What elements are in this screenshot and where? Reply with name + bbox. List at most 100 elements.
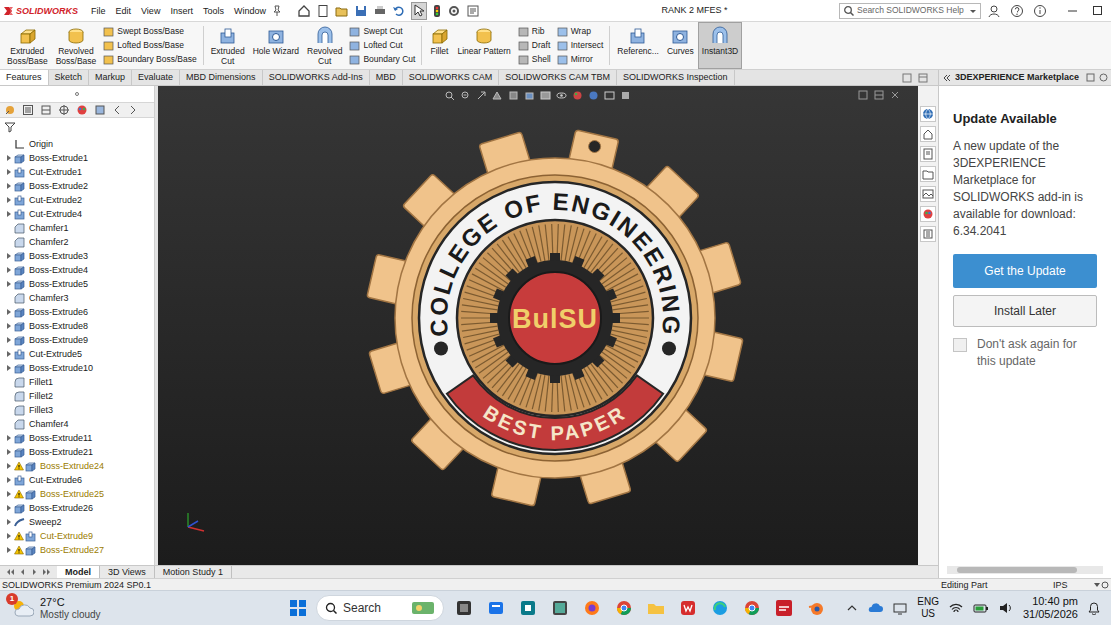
minimize-icon[interactable]	[1067, 5, 1078, 16]
bottom-tab[interactable]: 3D Views	[100, 566, 155, 578]
expand-toggle[interactable]	[4, 445, 14, 459]
expand-toggle[interactable]	[4, 487, 14, 501]
expand-toggle[interactable]	[4, 179, 14, 193]
expand-toggle[interactable]	[4, 305, 14, 319]
expand-toggle[interactable]	[4, 473, 14, 487]
wifi-icon[interactable]	[948, 601, 964, 615]
expand-toggle[interactable]	[4, 515, 14, 529]
expand-toggle[interactable]	[4, 361, 14, 375]
display-icon[interactable]	[892, 601, 908, 615]
command-tab[interactable]: Features	[0, 70, 49, 85]
ribbon-button[interactable]: Instant3D	[698, 22, 742, 69]
feature-tree-item[interactable]: Boss-Extrude21	[0, 445, 154, 459]
chrome-icon[interactable]	[614, 598, 634, 618]
expand-arrow-icon[interactable]	[6, 350, 12, 358]
task-pane-tab[interactable]	[920, 166, 936, 182]
expand-toggle[interactable]	[4, 529, 14, 543]
feature-tree-item[interactable]: Boss-Extrude1	[0, 151, 154, 165]
command-tab[interactable]: MBD Dimensions	[180, 70, 263, 85]
feature-tree-item[interactable]: Boss-Extrude11	[0, 431, 154, 445]
expand-arrow-icon[interactable]	[6, 196, 12, 204]
rebuild-icon[interactable]	[432, 4, 442, 18]
feature-tree-item[interactable]: Cut-Extrude5	[0, 347, 154, 361]
feature-tree-item[interactable]: Fillet2	[0, 389, 154, 403]
menu-item[interactable]: Window	[229, 4, 271, 18]
ribbon-small-button[interactable]: Swept Cut	[349, 25, 415, 39]
task-pane-tab[interactable]	[920, 206, 936, 222]
restore-icon[interactable]	[902, 73, 912, 83]
expand-toggle[interactable]	[4, 333, 14, 347]
view-tool-icon[interactable]	[444, 90, 455, 101]
task-pane-tab[interactable]	[920, 226, 936, 242]
solidworks-app-icon[interactable]	[774, 598, 794, 618]
ribbon-button[interactable]: Fillet	[425, 22, 453, 69]
ribbon-small-button[interactable]: Boundary Cut	[349, 53, 415, 67]
edge-icon[interactable]	[710, 598, 730, 618]
filter-icon[interactable]	[4, 121, 16, 133]
view-tool-icon[interactable]	[588, 90, 599, 101]
previous-tab-icon[interactable]	[18, 568, 27, 576]
command-tab[interactable]: Evaluate	[132, 70, 180, 85]
firefox-icon[interactable]	[582, 598, 602, 618]
help-icon[interactable]	[1010, 4, 1024, 18]
pane-scrollbar[interactable]	[947, 566, 1103, 574]
expand-arrow-icon[interactable]	[6, 154, 12, 162]
view-tool-icon[interactable]	[572, 90, 583, 101]
pin-icon[interactable]	[271, 5, 283, 17]
menu-item[interactable]: File	[86, 4, 111, 18]
expand-arrow-icon[interactable]	[6, 252, 12, 260]
feature-tree-item[interactable]: Chamfer3	[0, 291, 154, 305]
expand-arrow-icon[interactable]	[6, 266, 12, 274]
view-tool-icon[interactable]	[540, 90, 551, 101]
view-tool-icon[interactable]	[524, 90, 535, 101]
view-tool-icon[interactable]	[620, 90, 631, 101]
unit-system[interactable]: IPS	[1053, 580, 1093, 590]
ribbon-small-button[interactable]: Wrap	[557, 25, 604, 39]
command-tab[interactable]: SOLIDWORKS CAM TBM	[499, 70, 617, 85]
get-update-button[interactable]: Get the Update	[953, 254, 1097, 288]
ribbon-button[interactable]: ExtrudedCut	[207, 22, 249, 69]
help-search-input[interactable]	[857, 4, 966, 17]
feature-tree-item[interactable]: Chamfer4	[0, 417, 154, 431]
widgets-app-icon[interactable]	[486, 598, 506, 618]
display-manager-icon[interactable]	[76, 104, 88, 116]
units-dropdown-icon[interactable]	[1093, 581, 1101, 589]
graphics-area[interactable]: COLLEGE OF ENGINEERINGBEST PAPERBulSU	[158, 86, 918, 565]
ribbon-button[interactable]: Hole Wizard	[249, 22, 303, 69]
ribbon-button[interactable]: Curves	[663, 22, 698, 69]
clock[interactable]: 10:40 pm31/05/2026	[1023, 595, 1078, 621]
task-pane-tab[interactable]	[920, 186, 936, 202]
menu-item[interactable]: Tools	[198, 4, 229, 18]
expand-arrow-icon[interactable]	[6, 518, 12, 526]
onedrive-icon[interactable]	[867, 601, 883, 615]
menu-item[interactable]: Insert	[165, 4, 198, 18]
file-properties-icon[interactable]	[466, 4, 480, 18]
command-tab[interactable]: MBD	[370, 70, 403, 85]
viewport-close-icon[interactable]	[890, 90, 900, 100]
dont-ask-checkbox[interactable]	[953, 338, 967, 352]
expand-toggle[interactable]	[4, 319, 14, 333]
feature-tree-item[interactable]: Boss-Extrude6	[0, 305, 154, 319]
feature-tree-item[interactable]: Boss-Extrude25	[0, 487, 154, 501]
split-view-icon[interactable]	[858, 90, 868, 100]
feature-tree-item[interactable]: Boss-Extrude8	[0, 319, 154, 333]
expand-arrow-icon[interactable]	[6, 546, 12, 554]
bottom-tab[interactable]: Motion Study 1	[155, 566, 232, 578]
new-document-icon[interactable]	[316, 4, 330, 18]
expand-arrow-icon[interactable]	[6, 532, 12, 540]
ribbon-small-button[interactable]: Lofted Cut	[349, 39, 415, 53]
file-explorer-icon[interactable]	[646, 598, 666, 618]
feature-tree-item[interactable]: Origin	[0, 137, 154, 151]
command-tab[interactable]: SOLIDWORKS Add-Ins	[263, 70, 370, 85]
expand-toggle[interactable]	[4, 207, 14, 221]
expand-toggle[interactable]	[4, 543, 14, 557]
input-language[interactable]: ENGUS	[917, 596, 939, 620]
pane-pin-icon[interactable]	[1099, 73, 1108, 82]
feature-tree-item[interactable]: Boss-Extrude9	[0, 333, 154, 347]
ribbon-button[interactable]: Referenc...	[613, 22, 663, 69]
view-tool-icon[interactable]	[508, 90, 519, 101]
ribbon-small-button[interactable]: Rib	[518, 25, 551, 39]
save-icon[interactable]	[354, 4, 368, 18]
expand-toggle[interactable]	[4, 347, 14, 361]
ribbon-small-button[interactable]: Intersect	[557, 39, 604, 53]
